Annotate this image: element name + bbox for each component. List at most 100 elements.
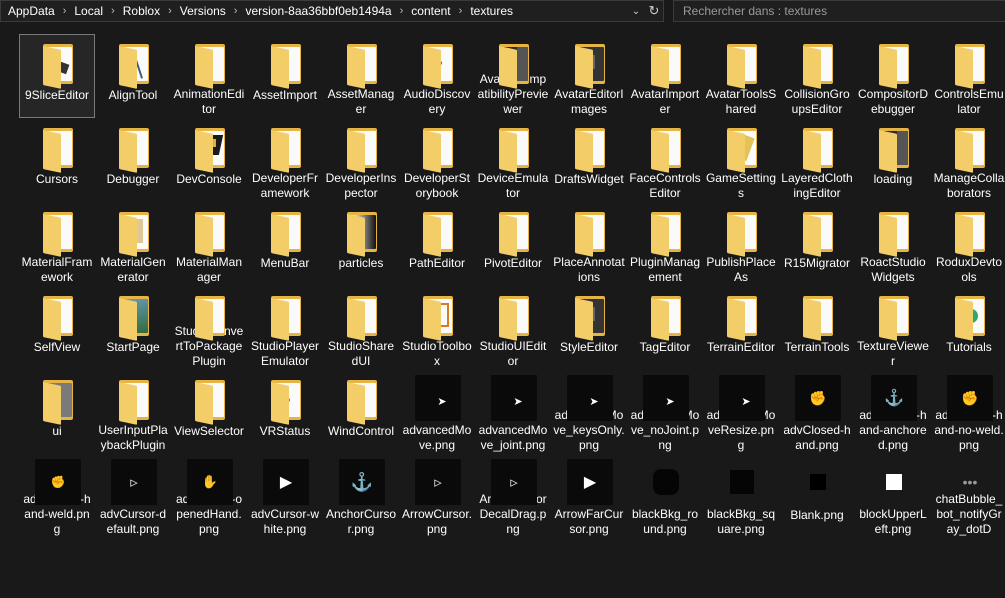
folder-item[interactable]: StartPage bbox=[95, 286, 171, 370]
breadcrumb-separator-icon[interactable]: › bbox=[229, 1, 243, 21]
folder-item[interactable]: PublishPlaceAs bbox=[703, 202, 779, 286]
folder-item[interactable]: particles bbox=[323, 202, 399, 286]
file-item[interactable]: ▶ advCursor-white.png bbox=[247, 454, 323, 538]
breadcrumb-item[interactable]: content bbox=[408, 1, 453, 21]
folder-item[interactable]: TextureViewer bbox=[855, 286, 931, 370]
folder-item[interactable]: DeveloperFramework bbox=[247, 118, 323, 202]
folder-item[interactable]: TerrainTools bbox=[779, 286, 855, 370]
file-item[interactable]: ⚓advClosed-hand-anchored.png bbox=[855, 370, 931, 454]
folder-item[interactable]: AvatarImporter bbox=[627, 34, 703, 118]
breadcrumb-separator-icon[interactable]: › bbox=[163, 1, 177, 21]
folder-item[interactable]: DeveloperInspector bbox=[323, 118, 399, 202]
search-input[interactable] bbox=[683, 4, 1005, 18]
file-item[interactable]: ▶ ArrowFarCursor.png bbox=[551, 454, 627, 538]
folder-item[interactable]: AudioDiscovery bbox=[399, 34, 475, 118]
folder-item[interactable]: DevConsole bbox=[171, 118, 247, 202]
folder-item[interactable]: 9SliceEditor bbox=[19, 34, 95, 118]
breadcrumb-separator-icon[interactable]: › bbox=[58, 1, 72, 21]
breadcrumb-item[interactable]: version-8aa36bbf0eb1494a bbox=[242, 1, 394, 21]
file-item[interactable]: ➤ advancedMove.png bbox=[399, 370, 475, 454]
folder-item[interactable]: loading bbox=[855, 118, 931, 202]
breadcrumb-item[interactable]: Versions bbox=[177, 1, 229, 21]
breadcrumb-separator-icon[interactable]: › bbox=[454, 1, 468, 21]
file-item[interactable]: ➤advancedMove_keysOnly.png bbox=[551, 370, 627, 454]
file-item[interactable]: ✊ advClosed-hand.png bbox=[779, 370, 855, 454]
folder-item[interactable]: UserInputPlaybackPlugin bbox=[95, 370, 171, 454]
breadcrumb-item[interactable]: Local bbox=[71, 1, 106, 21]
folder-item[interactable]: MenuBar bbox=[247, 202, 323, 286]
breadcrumb-separator-icon[interactable]: › bbox=[395, 1, 409, 21]
folder-item[interactable]: DraftsWidget bbox=[551, 118, 627, 202]
folder-item[interactable]: MaterialGenerator bbox=[95, 202, 171, 286]
file-item[interactable]: ▹ ArrowCursor.png bbox=[399, 454, 475, 538]
breadcrumb-item[interactable]: AppData bbox=[5, 1, 58, 21]
file-item[interactable]: ✊advClosed-hand-weld.png bbox=[19, 454, 95, 538]
folder-item[interactable]: PathEditor bbox=[399, 202, 475, 286]
folder-item[interactable]: StudioSharedUI bbox=[323, 286, 399, 370]
folder-item[interactable]: TerrainEditor bbox=[703, 286, 779, 370]
folder-item[interactable]: DeveloperStorybook bbox=[399, 118, 475, 202]
folder-item[interactable]: MaterialFramework bbox=[19, 202, 95, 286]
folder-item[interactable]: GameSettings bbox=[703, 118, 779, 202]
refresh-icon[interactable]: ↻ bbox=[645, 1, 663, 21]
folder-item[interactable]: PivotEditor bbox=[475, 202, 551, 286]
item-label: advCursor-white.png bbox=[250, 507, 319, 536]
item-label: CollisionGroupsEditor bbox=[784, 87, 850, 116]
folder-item[interactable]: Debugger bbox=[95, 118, 171, 202]
file-item[interactable]: blackBkg_square.png bbox=[703, 454, 779, 538]
search-box[interactable] bbox=[673, 0, 1005, 22]
folder-item[interactable]: StudioUIEditor bbox=[475, 286, 551, 370]
folder-item[interactable]: PluginManagement bbox=[627, 202, 703, 286]
folder-item[interactable]: DeviceEmulator bbox=[475, 118, 551, 202]
folder-item[interactable]: AvatarEditorImages bbox=[551, 34, 627, 118]
folder-item[interactable]: AssetManager bbox=[323, 34, 399, 118]
folder-item[interactable]: StudioPlayerEmulator bbox=[247, 286, 323, 370]
folder-item[interactable]: R15Migrator bbox=[779, 202, 855, 286]
folder-item[interactable]: AvatarToolsShared bbox=[703, 34, 779, 118]
folder-item[interactable]: PlaceAnnotations bbox=[551, 202, 627, 286]
folder-item[interactable]: MaterialManager bbox=[171, 202, 247, 286]
file-item[interactable]: blackBkg_round.png bbox=[627, 454, 703, 538]
folder-item[interactable]: TagEditor bbox=[627, 286, 703, 370]
folder-item[interactable]: StudioConvertToPackagePlugin bbox=[171, 286, 247, 370]
folder-item[interactable]: LayeredClothingEditor bbox=[779, 118, 855, 202]
breadcrumb-item[interactable]: Roblox bbox=[120, 1, 163, 21]
folder-item[interactable]: Cursors bbox=[19, 118, 95, 202]
folder-item[interactable]: AssetImport bbox=[247, 34, 323, 118]
breadcrumb-separator-icon[interactable]: › bbox=[106, 1, 120, 21]
folder-item[interactable]: StudioToolbox bbox=[399, 286, 475, 370]
file-item[interactable]: ➤advancedMoveResize.png bbox=[703, 370, 779, 454]
folder-item[interactable]: AvatarCompatibilityPreviewer bbox=[475, 34, 551, 118]
folder-item[interactable]: StyleEditor bbox=[551, 286, 627, 370]
file-item[interactable]: Blank.png bbox=[779, 454, 855, 538]
folder-item[interactable]: VRStatus bbox=[247, 370, 323, 454]
item-label: StudioUIEditor bbox=[479, 339, 547, 368]
file-item[interactable]: blockUpperLeft.png bbox=[855, 454, 931, 538]
file-item[interactable]: ➤advancedMove_noJoint.png bbox=[627, 370, 703, 454]
folder-item[interactable]: RoduxDevtools bbox=[931, 202, 1005, 286]
folder-item[interactable]: ManageCollaborators bbox=[931, 118, 1005, 202]
folder-item[interactable]: WindControl bbox=[323, 370, 399, 454]
folder-item[interactable]: ui bbox=[19, 370, 95, 454]
file-item[interactable]: ••• chatBubble_bot_notifyGray_dotD bbox=[931, 454, 1005, 538]
folder-item[interactable]: AnimationEditor bbox=[171, 34, 247, 118]
folder-item[interactable]: ControlsEmulator bbox=[931, 34, 1005, 118]
file-item[interactable]: ▹ArrowCursorDecalDrag.png bbox=[475, 454, 551, 538]
file-item[interactable]: ▹ advCursor-default.png bbox=[95, 454, 171, 538]
folder-item[interactable]: CollisionGroupsEditor bbox=[779, 34, 855, 118]
folder-item[interactable]: ✓Tutorials bbox=[931, 286, 1005, 370]
file-item[interactable]: ✊advClosed-hand-no-weld.png bbox=[931, 370, 1005, 454]
folder-item[interactable]: RoactStudioWidgets bbox=[855, 202, 931, 286]
folder-item[interactable]: CompositorDebugger bbox=[855, 34, 931, 118]
file-item[interactable]: ⚓ AnchorCursor.png bbox=[323, 454, 399, 538]
folder-item[interactable]: ViewSelector bbox=[171, 370, 247, 454]
address-bar[interactable]: AppData › Local › Roblox › Versions › version-8a… bbox=[0, 0, 664, 22]
item-label: advCursor-default.png bbox=[99, 507, 167, 536]
folder-item[interactable]: SelfView bbox=[19, 286, 95, 370]
file-item[interactable]: ➤ advancedMove_joint.png bbox=[475, 370, 551, 454]
chevron-down-icon[interactable]: ⌄ bbox=[627, 1, 645, 21]
folder-item[interactable]: AlignTool bbox=[95, 34, 171, 118]
folder-item[interactable]: FaceControlsEditor bbox=[627, 118, 703, 202]
file-item[interactable]: ✋advCursor-openedHand.png bbox=[171, 454, 247, 538]
breadcrumb-item[interactable]: textures bbox=[467, 1, 516, 21]
